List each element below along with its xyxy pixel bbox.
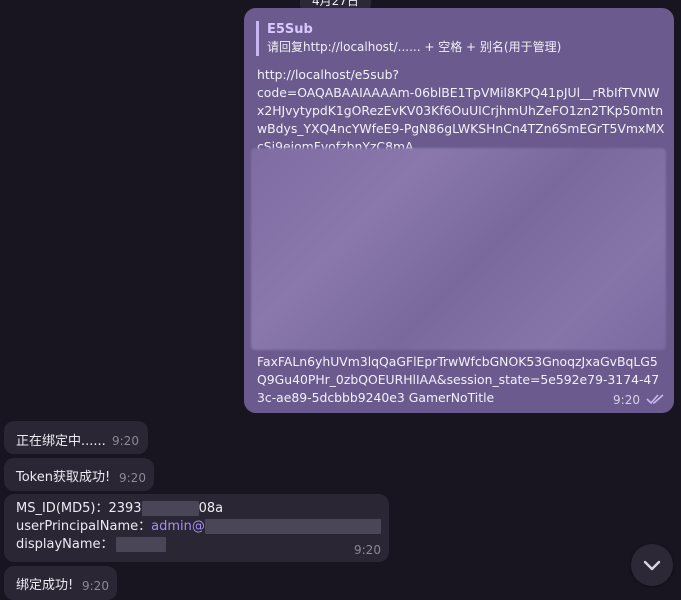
chevron-down-icon: [643, 560, 661, 571]
ms-id-label: MS_ID(MD5)：: [16, 501, 109, 516]
display-name-label: displayName：: [16, 537, 114, 552]
redaction-block: [141, 501, 199, 516]
message-text: 绑定成功!: [16, 578, 74, 593]
incoming-message-success[interactable]: 绑定成功! 9:20: [4, 566, 117, 600]
upn-row: userPrincipalName：admin@: [16, 518, 381, 536]
reply-text: 请回复http://localhost/...... + 空格 + 别名(用于管…: [267, 40, 562, 54]
callback-url-end[interactable]: FaxFALn6yhUVm3lqQaGFlEprTrwWfcbGNOK53Gno…: [257, 353, 665, 407]
upn-email-link[interactable]: admin@: [151, 519, 205, 534]
ms-id-row: MS_ID(MD5)：2393 08a: [16, 500, 223, 518]
message-text: Token获取成功!: [16, 470, 111, 485]
blurred-redaction: [251, 148, 666, 350]
incoming-message-account-info[interactable]: MS_ID(MD5)：2393 08a userPrincipalName：adm…: [4, 494, 389, 562]
scroll-to-bottom-button[interactable]: [631, 544, 673, 586]
message-time: 9:20: [613, 393, 640, 407]
callback-url-start[interactable]: http://localhost/e5sub? code=OAQABAAIAAA…: [257, 66, 665, 156]
redaction-block: [115, 537, 166, 552]
incoming-message-token[interactable]: Token获取成功! 9:20: [4, 458, 154, 491]
upn-label: userPrincipalName：: [16, 519, 152, 534]
outgoing-message[interactable]: E5Sub 请回复http://localhost/...... + 空格 + …: [244, 8, 674, 413]
display-name-row: displayName：: [16, 536, 166, 554]
redaction-block: [204, 519, 381, 534]
message-time: 9:20: [354, 543, 381, 557]
message-time: 9:20: [82, 579, 109, 593]
message-time: 9:20: [119, 471, 146, 485]
read-checkmarks-icon: [646, 390, 666, 409]
incoming-message-binding[interactable]: 正在绑定中...... 9:20: [4, 421, 148, 454]
ms-id-prefix: 2393: [108, 501, 142, 516]
reply-quote[interactable]: E5Sub 请回复http://localhost/...... + 空格 + …: [256, 21, 561, 56]
message-text: 正在绑定中......: [16, 434, 106, 449]
ms-id-suffix: 08a: [198, 501, 224, 516]
reply-sender: E5Sub: [267, 22, 313, 37]
message-time: 9:20: [112, 434, 139, 448]
